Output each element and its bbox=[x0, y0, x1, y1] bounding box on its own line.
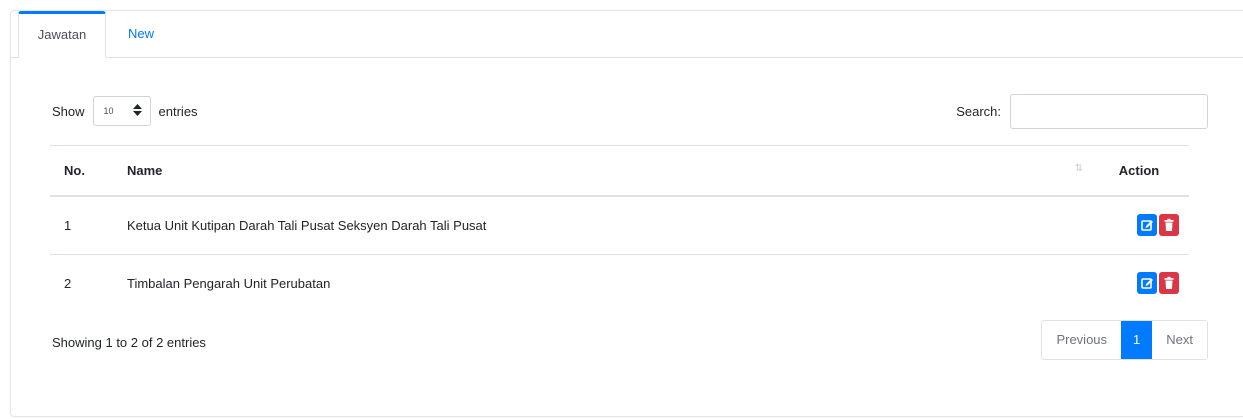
sort-icon: ⇅ bbox=[1074, 162, 1083, 174]
entries-select[interactable]: 10 bbox=[92, 96, 151, 126]
table-info: Showing 1 to 2 of 2 entries bbox=[52, 335, 206, 350]
pagination: Previous 1 Next bbox=[1041, 320, 1208, 360]
table-header-row: No. Name ⇅ Action bbox=[50, 145, 1189, 197]
entries-label: entries bbox=[158, 103, 198, 119]
cell-no: 1 bbox=[50, 195, 127, 255]
delete-button[interactable] bbox=[1159, 272, 1179, 294]
search-filter: Search: bbox=[956, 93, 1208, 129]
column-header-action: Action bbox=[1089, 145, 1189, 197]
page-1-button[interactable]: 1 bbox=[1121, 321, 1153, 359]
column-header-name-label: Name bbox=[127, 162, 163, 178]
column-header-no[interactable]: No. bbox=[50, 145, 127, 197]
tab-jawatan[interactable]: Jawatan bbox=[18, 11, 106, 58]
cell-name: Timbalan Pengarah Unit Perubatan bbox=[127, 275, 331, 291]
search-input[interactable] bbox=[1010, 93, 1208, 129]
trash-icon bbox=[1164, 276, 1174, 289]
trash-icon bbox=[1164, 218, 1174, 231]
table-row: 1 Ketua Unit Kutipan Darah Tali Pusat Se… bbox=[50, 195, 1189, 255]
show-label: Show bbox=[52, 103, 85, 119]
entries-select-value: 10 bbox=[103, 106, 114, 116]
table-row: 2 Timbalan Pengarah Unit Perubatan bbox=[50, 254, 1189, 312]
edit-icon bbox=[1141, 220, 1153, 231]
tab-new[interactable]: New bbox=[107, 11, 175, 57]
next-page-button[interactable]: Next bbox=[1152, 321, 1207, 359]
edit-button[interactable] bbox=[1137, 272, 1157, 294]
search-label: Search: bbox=[956, 103, 1001, 119]
cell-action bbox=[1089, 254, 1189, 312]
length-menu: Show 10 entries bbox=[52, 94, 198, 128]
cell-no: 2 bbox=[64, 275, 72, 291]
delete-button[interactable] bbox=[1159, 214, 1179, 236]
previous-page-button[interactable]: Previous bbox=[1042, 321, 1122, 359]
edit-icon bbox=[1141, 278, 1153, 289]
edit-button[interactable] bbox=[1137, 214, 1157, 236]
sort-arrows-icon bbox=[132, 103, 142, 119]
data-table: No. Name ⇅ Action 1 Ketua Unit Kutipan D… bbox=[50, 145, 1189, 312]
column-header-name[interactable]: Name ⇅ bbox=[127, 145, 1089, 197]
cell-action bbox=[1089, 195, 1189, 255]
tab-bar: Jawatan New bbox=[11, 11, 1243, 58]
cell-name: Ketua Unit Kutipan Darah Tali Pusat Seks… bbox=[127, 195, 1089, 255]
